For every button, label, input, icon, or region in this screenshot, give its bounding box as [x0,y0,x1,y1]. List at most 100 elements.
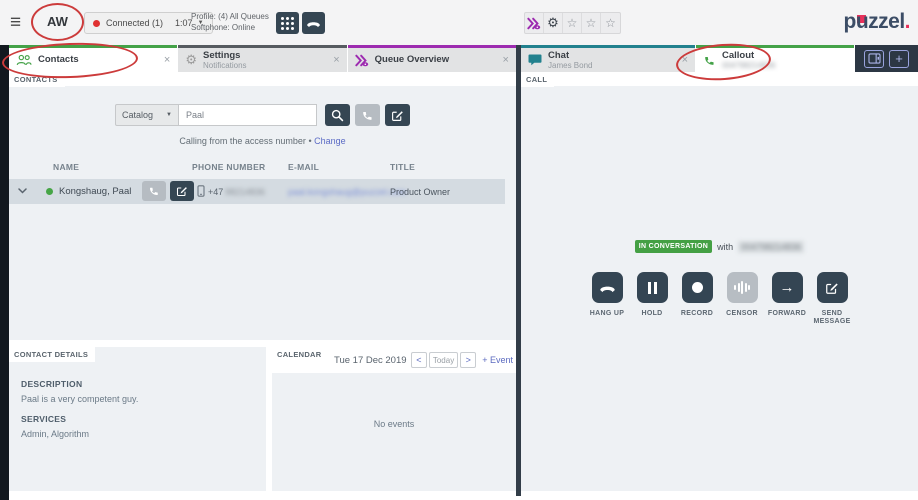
compose-icon [825,281,839,295]
phone-hangup-icon [306,19,321,28]
catalog-select[interactable]: Catalog ▼ [115,104,179,126]
left-tab-group: Contacts × ⚙ Settings Notifications × Qu… [9,45,516,72]
no-events-text: No events [272,419,516,429]
change-access-number-link[interactable]: Change [314,136,346,146]
phone-country-prefix: +47 [208,187,223,197]
status-timer: 1:07 [175,18,193,28]
expand-chevron-icon[interactable] [18,188,27,194]
close-icon[interactable]: × [682,55,688,66]
calendar-next-button[interactable]: > [460,352,476,368]
row-call-button[interactable] [142,181,166,201]
puzzel-logo: puzzel. [843,10,910,34]
profile-info: Profile: (4) All Queues Softphone: Onlin… [191,11,269,33]
call-section-label: CALL [521,72,554,87]
call-controls: HANG UP HOLD RECORD CENSOR [521,272,918,326]
calendar-section-label: CALENDAR [272,347,328,362]
calendar-panel: CALENDAR Tue 17 Dec 2019 < Today > + Eve… [272,347,516,491]
queue-eye-icon [355,54,369,67]
hang-up-button[interactable] [592,272,623,303]
email-link-redacted[interactable]: paal.kongshaug@puzzel.com [288,187,406,197]
star-icon: ☆ [586,16,597,30]
close-icon[interactable]: × [333,55,339,66]
col-header-name: NAME [53,162,79,172]
services-text: Admin, Algorithm [21,429,138,439]
favorite-slot-3[interactable]: ☆ [601,13,620,33]
tab-sublabel-redacted: 004798214836 [722,61,775,70]
in-conversation-badge: IN CONVERSATION [635,240,712,253]
contact-title: Product Owner [390,187,450,197]
record-button[interactable] [682,272,713,303]
tab-chat[interactable]: Chat James Bond × [521,45,695,72]
status-dot-icon [93,20,100,27]
new-tab-button[interactable]: + [889,50,909,68]
record-icon [692,282,703,293]
agent-application: ≡ AW Connected (1) 1:07 ▼ Profile: (4) A… [0,0,918,500]
compose-message-button[interactable] [385,104,410,126]
contact-search-input[interactable] [179,104,317,126]
add-event-button[interactable]: + Event [482,355,513,365]
softphone-line: Softphone: Online [191,22,269,33]
favorite-slot-2[interactable]: ☆ [582,13,601,33]
split-view-button[interactable] [864,50,884,68]
profile-line: Profile: (4) All Queues [191,11,269,22]
tab-queue-overview[interactable]: Queue Overview × [348,45,516,72]
keypad-button[interactable] [276,12,299,34]
caller-number-redacted: 004798214836 [738,241,804,253]
settings-shortcut[interactable]: ⚙ [544,13,563,33]
hangup-header-button[interactable] [302,12,325,34]
compose-icon [391,109,404,122]
call-status-row: IN CONVERSATION with 004798214836 [521,240,918,253]
tab-label: Settings [203,51,247,61]
phone-number-redacted: 98214836 [225,187,265,197]
button-label: HOLD [641,310,662,318]
tab-callout[interactable]: Callout 004798214836 [696,45,854,72]
col-header-email: E-MAIL [288,162,319,172]
calendar-date: Tue 17 Dec 2019 [334,355,407,366]
right-tab-group: Chat James Bond × Callout 004798214836 + [521,45,918,72]
hamburger-menu-icon[interactable]: ≡ [10,13,21,32]
button-label: RECORD [681,310,713,318]
services-label: SERVICES [21,414,138,424]
search-button[interactable] [325,104,350,126]
contact-row[interactable]: Kongshaug, Paal +47 98214836 paal.kongsh… [9,179,505,204]
forward-button[interactable]: → [772,272,803,303]
contacts-section-label: CONTACTS [9,72,65,87]
mobile-phone-icon [197,185,205,197]
col-header-title: TITLE [390,162,415,172]
pause-icon [648,282,657,294]
avatar[interactable]: AW [47,14,68,29]
queue-overview-shortcut[interactable] [525,13,544,33]
left-rail [0,45,9,500]
call-contact-button[interactable] [355,104,380,126]
split-layout-icon [868,53,881,64]
tab-label: Contacts [38,55,79,65]
access-number-hint: Calling from the access number • Change [9,136,516,146]
presence-status-icon [46,188,53,195]
star-icon: ☆ [567,16,578,30]
close-icon[interactable]: × [503,55,509,66]
catalog-selected-value: Catalog [122,110,153,120]
forward-arrow-icon: → [780,280,795,295]
gear-icon: ⚙ [185,52,197,68]
contact-search-row: Catalog ▼ [9,104,516,126]
tab-sublabel: James Bond [548,61,592,70]
contact-details-label: CONTACT DETAILS [9,347,95,362]
calendar-prev-button[interactable]: < [411,352,427,368]
close-icon[interactable]: × [164,55,170,66]
hold-button[interactable] [637,272,668,303]
favorite-slot-1[interactable]: ☆ [563,13,582,33]
row-message-button[interactable] [170,181,194,201]
col-header-phone: PHONE NUMBER [192,162,266,172]
gear-icon: ⚙ [547,15,559,31]
send-message-button[interactable] [817,272,848,303]
calendar-today-button[interactable]: Today [429,352,458,368]
phone-call-icon [361,109,374,122]
tab-settings[interactable]: ⚙ Settings Notifications × [178,45,346,72]
censor-button[interactable] [727,272,758,303]
tab-sublabel: Notifications [203,61,247,70]
tab-contacts[interactable]: Contacts × [9,45,177,72]
call-panel: CALL IN CONVERSATION with 004798214836 H… [521,72,918,491]
top-header: ≡ AW Connected (1) 1:07 ▼ Profile: (4) A… [0,0,918,45]
button-label: FORWARD [768,310,806,318]
tab-bar-actions: + [855,45,918,72]
